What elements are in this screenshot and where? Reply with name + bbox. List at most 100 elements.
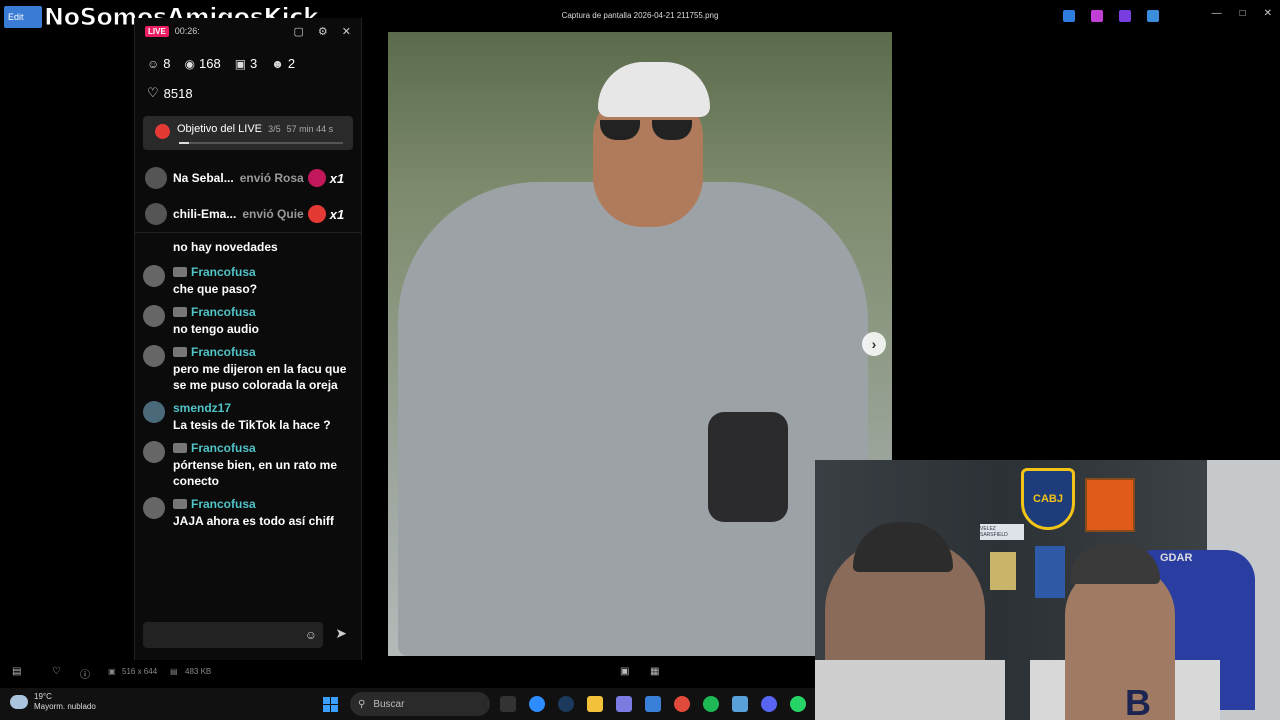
cap-shape xyxy=(598,62,710,117)
picture-frame xyxy=(990,552,1016,590)
avatar[interactable] xyxy=(143,345,165,367)
whatsapp-app-icon[interactable] xyxy=(790,696,806,712)
chat-message: no hay novedades xyxy=(143,237,353,255)
info-icon[interactable]: ⓘ xyxy=(80,666,90,681)
likes-stat: ♡ 8518 xyxy=(135,71,361,101)
live-chat-panel: LIVE 00:26: ▢ ⚙ ✕ ☺ 8 ◉ 168 ▣ 3 ☻ 2 ♡ 85… xyxy=(134,18,362,660)
windows-start-icon[interactable] xyxy=(323,697,338,712)
live-badge: LIVE xyxy=(145,25,169,37)
message-text: che que paso? xyxy=(173,282,258,296)
message-user[interactable]: Francofusa xyxy=(191,441,256,455)
streamer-left-cap xyxy=(853,522,953,572)
add-user-icon: ☻ xyxy=(271,56,284,71)
chat-input-box: ☺ xyxy=(143,622,323,648)
settings-icon[interactable]: ⚙ xyxy=(318,25,328,38)
zoom-app-icon[interactable] xyxy=(529,696,545,712)
chrome-app-icon[interactable] xyxy=(674,696,690,712)
message-user[interactable]: Francofusa xyxy=(191,345,256,359)
message-text: JAJA ahora es todo así chiff xyxy=(173,514,334,528)
gifts-stat: ▣ 3 xyxy=(235,56,258,71)
emoji-icon[interactable]: ☺ xyxy=(305,628,317,642)
avatar xyxy=(145,167,167,189)
taskbar-search[interactable]: ⚲ Buscar xyxy=(350,692,490,716)
favorite-icon[interactable]: ♡ xyxy=(52,666,61,677)
goal-progress-bar xyxy=(179,142,343,144)
next-image-button[interactable]: › xyxy=(862,332,886,356)
discord-app-icon[interactable] xyxy=(761,696,777,712)
live-goal[interactable]: Objetivo del LIVE 3/5 57 min 44 s xyxy=(143,116,353,150)
message-user[interactable]: Francofusa xyxy=(191,265,256,279)
viewers-count: 168 xyxy=(198,56,221,71)
follows-stat: ☻ 2 xyxy=(271,56,295,71)
folder-app-icon[interactable] xyxy=(587,696,603,712)
fit-screen-icon[interactable]: ▣ xyxy=(620,666,629,677)
club-shield-icon: CABJ xyxy=(1021,468,1075,530)
gift-events: Na Sebal... envió Rosa x1 chili-Ema... e… xyxy=(135,160,361,233)
spotify-app-icon[interactable] xyxy=(703,696,719,712)
heart-icon: ♡ xyxy=(147,85,159,100)
maximize-button[interactable]: □ xyxy=(1240,8,1246,19)
fan-badge-icon xyxy=(173,499,187,509)
goal-progress-fill xyxy=(179,142,189,144)
chat-input[interactable] xyxy=(143,622,293,648)
close-icon[interactable]: ✕ xyxy=(342,25,351,38)
tray-icons xyxy=(1063,10,1159,22)
message-text: no hay novedades xyxy=(173,240,278,254)
wall-plate: VELEZ SARSFIELD xyxy=(980,524,1024,540)
weather-widget[interactable]: 19°C Mayorm. nublado xyxy=(10,692,96,712)
shirt-letter: B xyxy=(1125,682,1151,720)
weather-desc: Mayorm. nublado xyxy=(34,702,96,711)
fan-badge-icon xyxy=(173,267,187,277)
photos-app-icon[interactable] xyxy=(732,696,748,712)
gift-event: chili-Ema... envió Quie x1 xyxy=(135,196,361,232)
file-size: 483 KB xyxy=(185,667,212,676)
goal-time-left: 57 min 44 s xyxy=(286,124,334,134)
chat-message: Francofusa pero me dijeron en la facu qu… xyxy=(143,345,353,393)
chat-message: Francofusa JAJA ahora es todo así chiff xyxy=(143,497,353,529)
avatar[interactable] xyxy=(143,441,165,463)
members-stat: ☺ 8 xyxy=(147,56,171,71)
taskbar-apps xyxy=(500,696,806,712)
actual-size-icon[interactable]: ▦ xyxy=(650,666,659,677)
tray-app-icon-3[interactable] xyxy=(1119,10,1131,22)
chat-message: Francofusa che que paso? xyxy=(143,265,353,297)
tray-app-icon-1[interactable] xyxy=(1063,10,1075,22)
message-user[interactable]: Francofusa xyxy=(191,305,256,319)
message-user[interactable]: Francofusa xyxy=(191,497,256,511)
message-text: no tengo audio xyxy=(173,322,259,336)
gift-icon: ▣ xyxy=(234,56,247,71)
message-text: La tesis de TikTok la hace ? xyxy=(173,418,331,432)
tray-app-icon-2[interactable] xyxy=(1091,10,1103,22)
cloud-icon[interactable] xyxy=(1147,10,1159,22)
filmstrip-icon[interactable]: ▤ xyxy=(12,666,21,677)
viewer-toolbar: ▤ ♡ ⓘ ▣ 516 x 644 ▤ 483 KB ▣ ▦ xyxy=(0,662,815,682)
steam-app-icon[interactable] xyxy=(558,696,574,712)
streamer-right xyxy=(1065,565,1175,720)
message-text: pórtense bien, en un rato me conecto xyxy=(173,458,338,488)
live-timer: 00:26: xyxy=(174,26,200,36)
people-icon: ☺ xyxy=(147,56,160,71)
send-icon[interactable]: ➤ xyxy=(335,625,347,642)
gift-count: x1 xyxy=(329,206,345,222)
chat-messages: no hay novedades Francofusa che que paso… xyxy=(135,233,361,529)
terminal-app-icon[interactable] xyxy=(500,696,516,712)
lock-icon[interactable]: ▢ xyxy=(294,25,304,38)
sunglasses-shape xyxy=(600,120,708,142)
window-controls: — □ ✕ xyxy=(1212,8,1272,19)
streamer-left-shirt xyxy=(815,660,1005,720)
avatar[interactable] xyxy=(143,265,165,287)
avatar[interactable] xyxy=(143,497,165,519)
close-button[interactable]: ✕ xyxy=(1264,8,1272,19)
gift-action: envió Rosa xyxy=(239,171,304,185)
goal-label: Objetivo del LIVE xyxy=(177,123,262,135)
store-app-icon[interactable] xyxy=(645,696,661,712)
gift-event: Na Sebal... envió Rosa x1 xyxy=(135,160,361,196)
copilot-app-icon[interactable] xyxy=(616,696,632,712)
message-user[interactable]: smendz17 xyxy=(173,401,231,415)
search-placeholder: Buscar xyxy=(373,698,405,710)
minimize-button[interactable]: — xyxy=(1212,8,1222,19)
live-stats: ☺ 8 ◉ 168 ▣ 3 ☻ 2 xyxy=(135,44,361,71)
avatar[interactable] xyxy=(143,401,165,423)
chat-message: smendz17 La tesis de TikTok la hace ? xyxy=(143,401,353,433)
avatar[interactable] xyxy=(143,305,165,327)
